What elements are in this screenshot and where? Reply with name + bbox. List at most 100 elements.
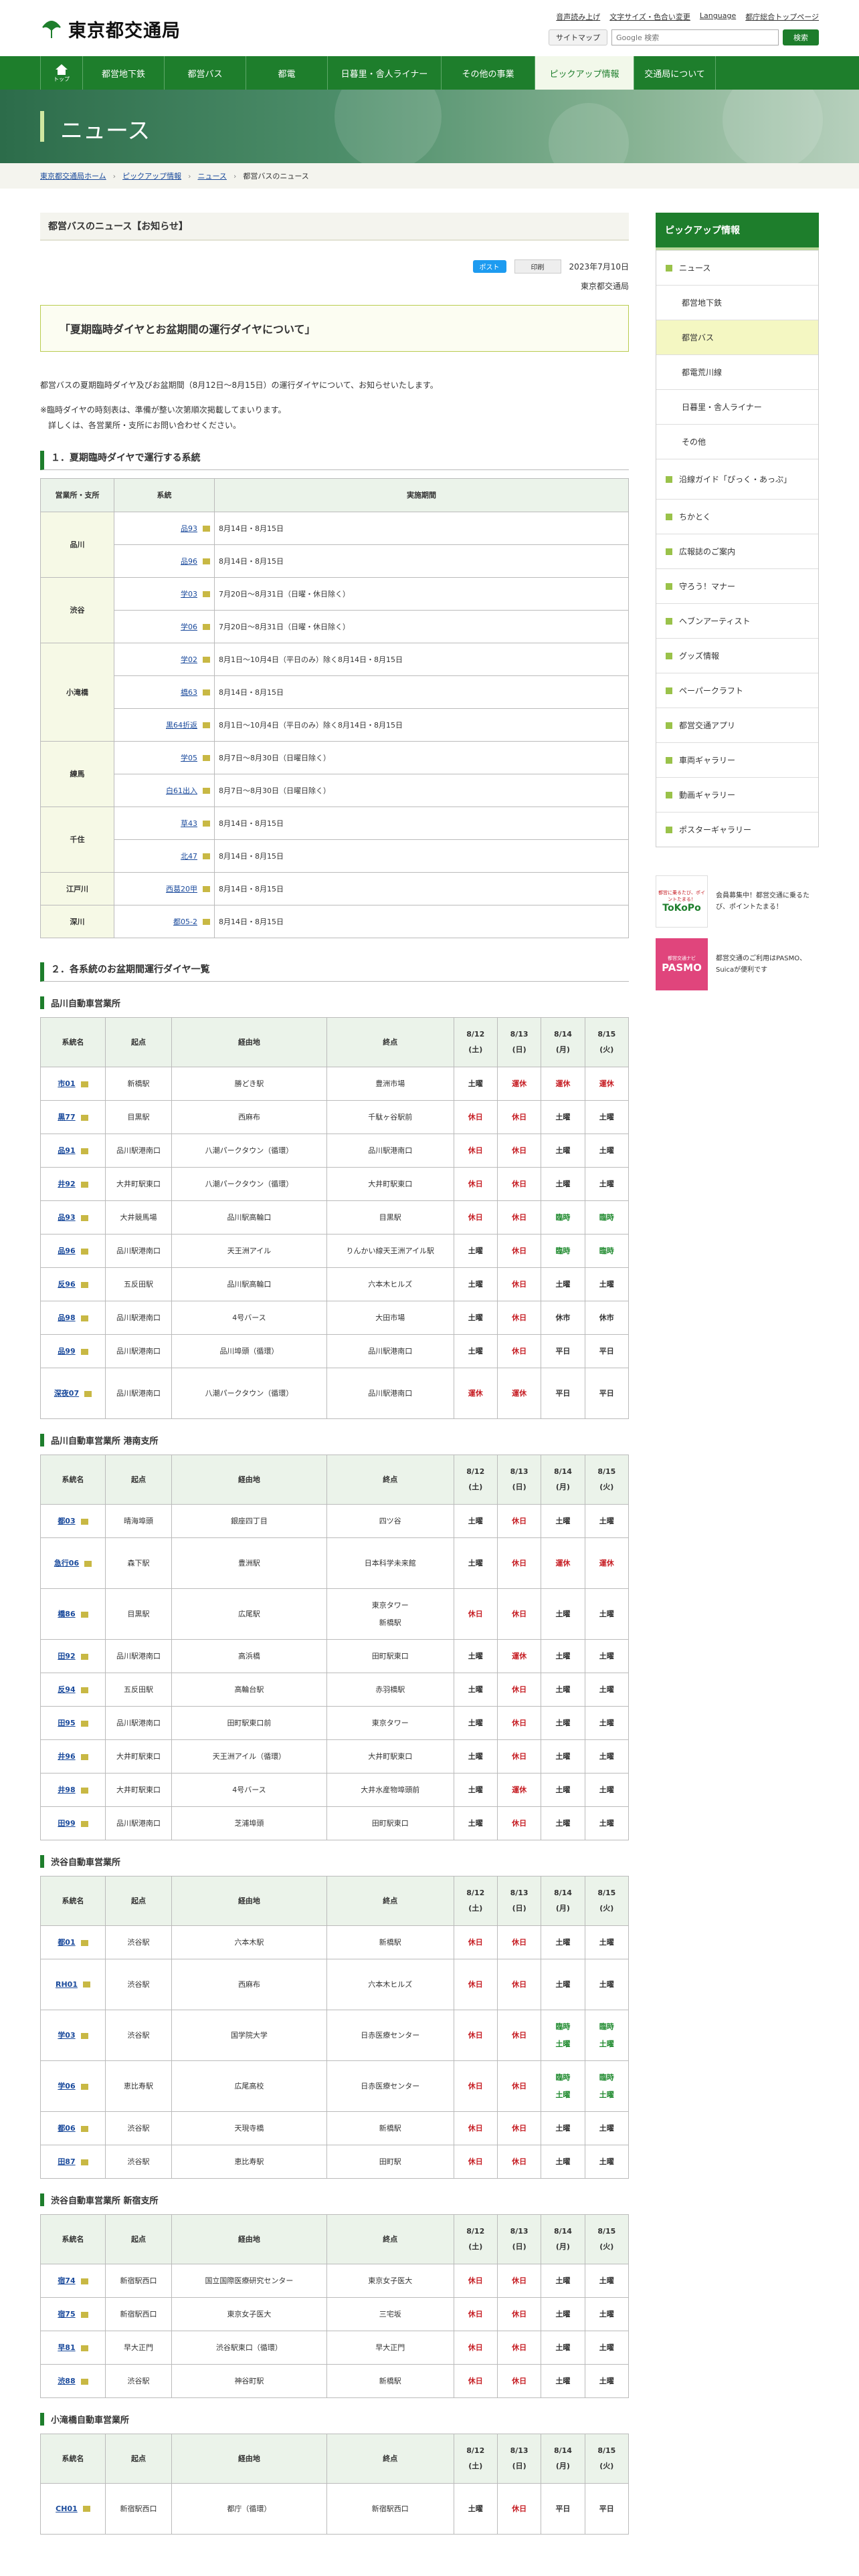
nav-liner[interactable]: 日暮里・舎人ライナー <box>328 56 442 90</box>
route-link[interactable]: 品93 <box>181 524 197 533</box>
route-link[interactable]: 学03 <box>181 590 197 599</box>
route-link[interactable]: 深夜07 <box>54 1389 79 1398</box>
tweet-button[interactable]: ポスト <box>472 260 506 273</box>
service-type-cell: 土曜 <box>584 1166 630 1201</box>
route-link[interactable]: 西葛20甲 <box>166 885 197 893</box>
cell-text: 休日 <box>468 2377 483 2386</box>
tokopo-ad[interactable]: 都営に乗るたび、ポイントたまる！ ToKoPo 会員募集中！都営交通に乗るたび、… <box>656 875 819 928</box>
route-link[interactable]: 品98 <box>58 1313 75 1322</box>
route-link[interactable]: 井98 <box>58 1786 75 1794</box>
breadcrumb-news[interactable]: ニュース <box>197 171 226 181</box>
sidebar-item[interactable]: ヘブンアーティスト <box>656 603 818 638</box>
nav-subway[interactable]: 都営地下鉄 <box>83 56 165 90</box>
site-logo[interactable]: 東京都交通局 <box>40 16 181 42</box>
sidebar-item[interactable]: 動画ギャラリー <box>656 777 818 812</box>
sidebar-item[interactable]: ポスターギャラリー <box>656 812 818 847</box>
route-link[interactable]: 品91 <box>58 1146 75 1155</box>
route-link[interactable]: 学06 <box>58 2082 75 2090</box>
route-link[interactable]: 反94 <box>58 1685 75 1694</box>
route-link[interactable]: 学06 <box>181 623 197 631</box>
sidebar-item[interactable]: その他 <box>656 424 818 459</box>
external-link-icon <box>80 1248 88 1255</box>
route-link[interactable]: 学02 <box>181 655 197 664</box>
route-link[interactable]: 急行06 <box>54 1559 79 1568</box>
util-read-aloud-link[interactable]: 音声読み上げ <box>556 11 600 22</box>
route-link[interactable]: 橋86 <box>58 1610 75 1618</box>
route-cell: 井96 <box>40 1739 106 1774</box>
nav-other[interactable]: その他の事業 <box>442 56 535 90</box>
route-link[interactable]: 田95 <box>58 1719 75 1727</box>
external-link-icon <box>80 2159 88 2165</box>
stop-cell: 品川駅高輪口 <box>171 1267 327 1301</box>
service-type-cell: 休日 <box>496 2363 542 2398</box>
day-of-week: (日) <box>512 2242 527 2251</box>
route-link[interactable]: 田87 <box>58 2157 75 2166</box>
cell-text: 土曜 <box>599 1752 614 1761</box>
breadcrumb-pickup[interactable]: ピックアップ情報 <box>122 171 181 181</box>
route-link[interactable]: 黒77 <box>58 1113 75 1121</box>
route-link[interactable]: 学05 <box>181 754 197 762</box>
route-link[interactable]: 黒64折返 <box>166 721 197 730</box>
route-link[interactable]: 田92 <box>58 1652 75 1660</box>
route-link[interactable]: 宿75 <box>58 2310 75 2319</box>
service-type-cell: 休日 <box>496 1503 542 1538</box>
nav-home[interactable]: トップ <box>40 56 83 90</box>
sidebar-item[interactable]: 都営バス <box>656 320 818 354</box>
route-link[interactable]: 品96 <box>181 557 197 566</box>
cell-text: 品川駅港南口 <box>368 1146 413 1156</box>
sidebar-item[interactable]: 広報誌のご案内 <box>656 534 818 568</box>
service-type-cell: 土曜 <box>584 1806 630 1840</box>
sidebar-item[interactable]: ちかとく <box>656 499 818 534</box>
route-link[interactable]: 早81 <box>58 2343 75 2352</box>
sidebar-item[interactable]: 車両ギャラリー <box>656 742 818 777</box>
bullet-icon <box>666 513 672 520</box>
sidebar-item[interactable]: 日暮里・舎人ライナー <box>656 389 818 424</box>
route-link[interactable]: 都05-2 <box>173 918 197 926</box>
sidebar-item[interactable]: 都電荒川線 <box>656 354 818 389</box>
route-link[interactable]: 田99 <box>58 1819 75 1828</box>
route-link[interactable]: 品96 <box>58 1247 75 1255</box>
breadcrumb-home[interactable]: 東京都交通局ホーム <box>40 171 106 181</box>
util-metro-gov-link[interactable]: 都庁総合トップページ <box>745 11 819 22</box>
route-link[interactable]: 井92 <box>58 1180 75 1188</box>
route-link[interactable]: 宿74 <box>58 2276 75 2285</box>
util-language-link[interactable]: Language <box>700 11 736 22</box>
nav-toden[interactable]: 都電 <box>246 56 328 90</box>
route-link[interactable]: 品93 <box>58 1213 75 1222</box>
day-header: 8/12 (土) <box>453 2214 498 2264</box>
breadcrumb-separator: › <box>233 171 237 181</box>
cell-text: 大井水産物埠頭前 <box>361 1786 420 1795</box>
route-link[interactable]: 反96 <box>58 1280 75 1289</box>
route-link[interactable]: 白61出入 <box>166 786 197 795</box>
route-link[interactable]: 市01 <box>58 1079 75 1088</box>
route-link[interactable]: 都03 <box>58 1517 75 1525</box>
print-button[interactable]: 印刷 <box>514 259 561 274</box>
sidebar-item[interactable]: 都営地下鉄 <box>656 285 818 320</box>
sidebar-item[interactable]: 守ろう！マナー <box>656 568 818 603</box>
nav-pickup[interactable]: ピックアップ情報 <box>535 56 634 90</box>
route-link[interactable]: RH01 <box>56 1980 78 1989</box>
nav-bus[interactable]: 都営バス <box>165 56 246 90</box>
route-link[interactable]: 品99 <box>58 1347 75 1356</box>
route-link[interactable]: 渋88 <box>58 2377 75 2385</box>
sidebar-item[interactable]: ニュース <box>656 250 818 285</box>
route-link[interactable]: 橋63 <box>181 688 197 697</box>
route-link[interactable]: 学03 <box>58 2031 75 2040</box>
cell-line: 土曜 <box>599 2090 614 2100</box>
sidebar-item[interactable]: 沿線ガイド「ぴっく・あっぷ」 <box>656 459 818 499</box>
route-link[interactable]: CH01 <box>56 2504 78 2513</box>
sidebar-item[interactable]: グッズ情報 <box>656 638 818 673</box>
route-link[interactable]: 北47 <box>181 852 197 861</box>
sidebar-item[interactable]: 都営交通アプリ <box>656 708 818 742</box>
search-button[interactable]: 検索 <box>783 29 819 45</box>
util-font-size-link[interactable]: 文字サイズ・色合い変更 <box>609 11 690 22</box>
sidebar-item[interactable]: ペーパークラフト <box>656 673 818 708</box>
pasmo-ad[interactable]: 都営交通ナビ PASMO 都営交通のご利用はPASMO、Suicaが便利です <box>656 938 819 990</box>
route-link[interactable]: 都01 <box>58 1938 75 1947</box>
route-link[interactable]: 井96 <box>58 1752 75 1761</box>
search-input[interactable] <box>611 29 779 45</box>
nav-about[interactable]: 交通局について <box>634 56 716 90</box>
sitemap-button[interactable]: サイトマップ <box>549 29 607 45</box>
route-link[interactable]: 草43 <box>181 819 197 828</box>
route-link[interactable]: 都06 <box>58 2124 75 2133</box>
